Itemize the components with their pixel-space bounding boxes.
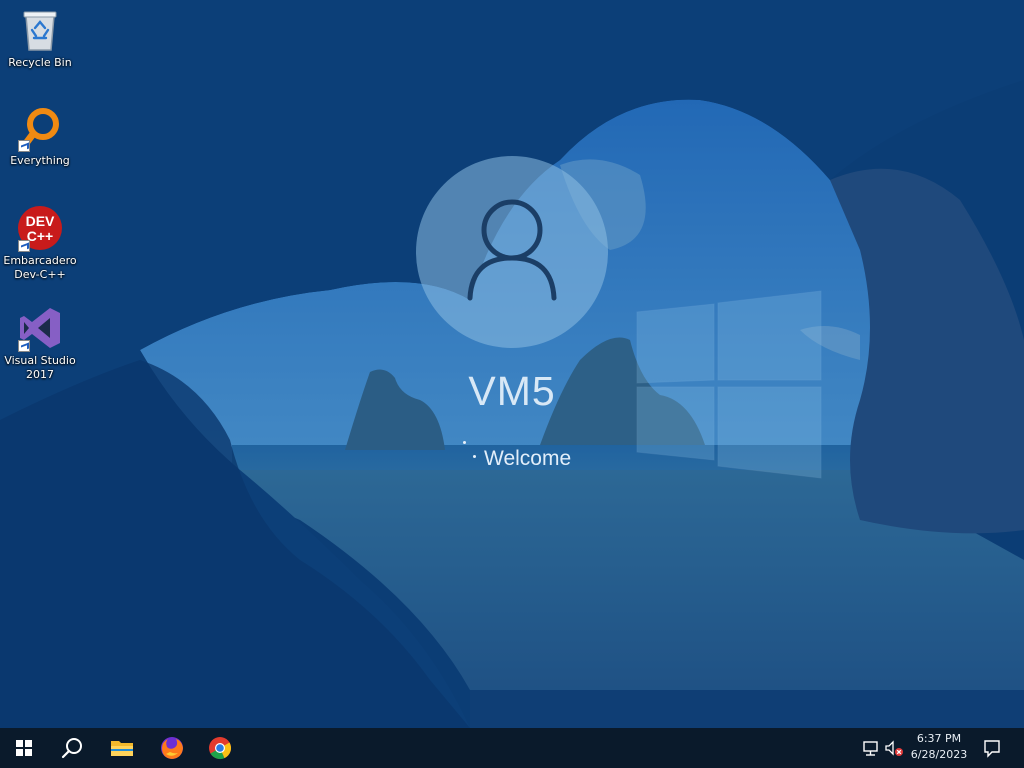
desktop-wallpaper [0, 0, 1024, 728]
dev-cpp-icon: DEV C++ [16, 204, 64, 252]
notification-icon [984, 740, 1000, 758]
firefox-button[interactable] [148, 728, 196, 768]
file-explorer-button[interactable] [98, 728, 146, 768]
svg-text:C++: C++ [27, 228, 53, 244]
chrome-icon [209, 737, 232, 760]
desktop-icon-label: Embarcadero Dev-C++ [3, 254, 77, 281]
desktop-icon-recycle-bin[interactable]: Recycle Bin [2, 6, 78, 70]
desktop-icon-label: Recycle Bin [8, 56, 72, 69]
user-name: VM5 [468, 368, 556, 414]
desktop-icon-label: Everything [10, 154, 70, 167]
desktop-icon-everything[interactable]: Everything [2, 104, 78, 168]
recycle-bin-icon [16, 6, 64, 54]
desktop-icon-dev-cpp[interactable]: DEV C++ Embarcadero Dev-C++ [2, 204, 78, 282]
shortcut-arrow-icon [18, 340, 30, 352]
start-button[interactable] [0, 728, 48, 768]
user-avatar [416, 156, 608, 348]
windows-logo-icon [16, 740, 32, 756]
everything-search-icon [16, 104, 64, 152]
user-silhouette-icon [467, 199, 557, 301]
folder-icon [111, 741, 133, 756]
firefox-icon [161, 737, 183, 759]
desktop-icon-label: Visual Studio 2017 [4, 354, 76, 381]
clock-time: 6:37 PM [916, 732, 962, 745]
taskbar-clock[interactable]: 6:37 PM 6/28/2023 [900, 731, 978, 763]
desktop-icon-visual-studio[interactable]: Visual Studio 2017 [2, 304, 78, 382]
search-button[interactable] [48, 728, 96, 768]
visual-studio-icon [16, 304, 64, 352]
network-icon[interactable] [861, 738, 881, 758]
taskbar: 6:37 PM 6/28/2023 [0, 728, 1024, 768]
shortcut-arrow-icon [18, 240, 30, 252]
svg-text:DEV: DEV [26, 213, 55, 229]
welcome-status-text: Welcome [484, 447, 572, 470]
shortcut-arrow-icon [18, 140, 30, 152]
action-center-button[interactable] [982, 738, 1002, 758]
clock-date: 6/28/2023 [910, 748, 968, 761]
chrome-button[interactable] [196, 728, 244, 768]
search-icon [61, 738, 82, 759]
